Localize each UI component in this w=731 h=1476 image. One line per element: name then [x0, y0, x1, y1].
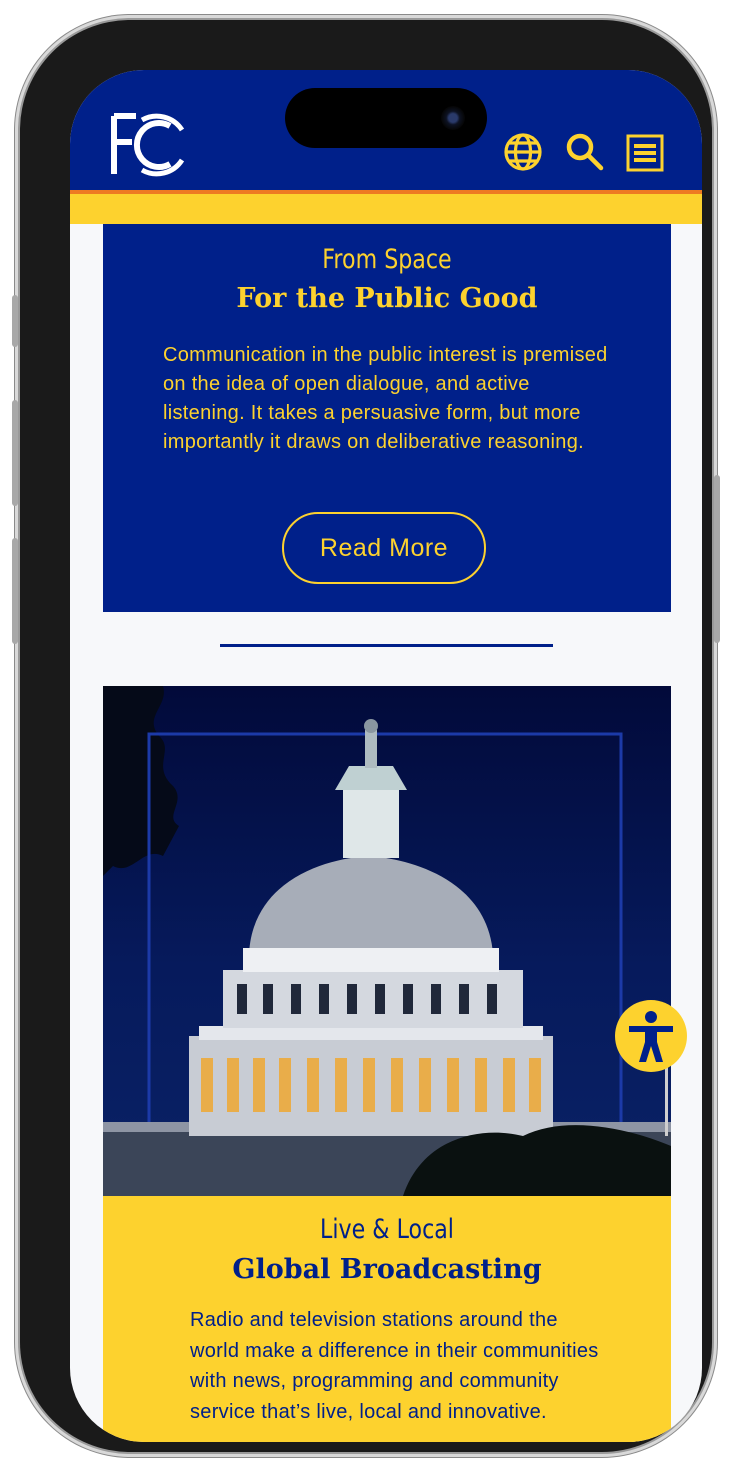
volume-up-button	[12, 400, 18, 506]
card-title: For the Public Good	[236, 283, 538, 314]
card-eyebrow: From Space	[322, 244, 452, 275]
accessibility-button[interactable]	[615, 1000, 687, 1072]
phone-frame: From Space For the Public Good Communica…	[12, 20, 720, 1452]
dynamic-island	[285, 88, 487, 148]
search-icon[interactable]	[565, 132, 605, 172]
header-yellow-band	[70, 194, 702, 224]
phone-screen: From Space For the Public Good Communica…	[70, 70, 702, 1442]
section-divider	[220, 644, 553, 647]
accessibility-icon	[629, 1011, 673, 1062]
power-button	[714, 475, 720, 643]
card-eyebrow: Live & Local	[320, 1214, 454, 1245]
read-more-button[interactable]: Read More	[282, 512, 486, 584]
camera-icon	[441, 106, 465, 130]
public-good-card: From Space For the Public Good Communica…	[103, 224, 671, 612]
volume-down-button	[12, 538, 18, 644]
card-title: Global Broadcasting	[232, 1254, 542, 1285]
silent-switch	[12, 295, 18, 347]
fcc-logo[interactable]	[110, 112, 188, 178]
menu-icon[interactable]	[626, 134, 664, 172]
card-body: Radio and television stations around the…	[190, 1309, 599, 1423]
capitol-dome-photo	[103, 686, 671, 1196]
card-body: Communication in the public interest is …	[163, 344, 608, 453]
globe-icon[interactable]	[503, 132, 543, 172]
global-broadcasting-card: Live & Local Global Broadcasting Radio a…	[103, 1196, 671, 1442]
